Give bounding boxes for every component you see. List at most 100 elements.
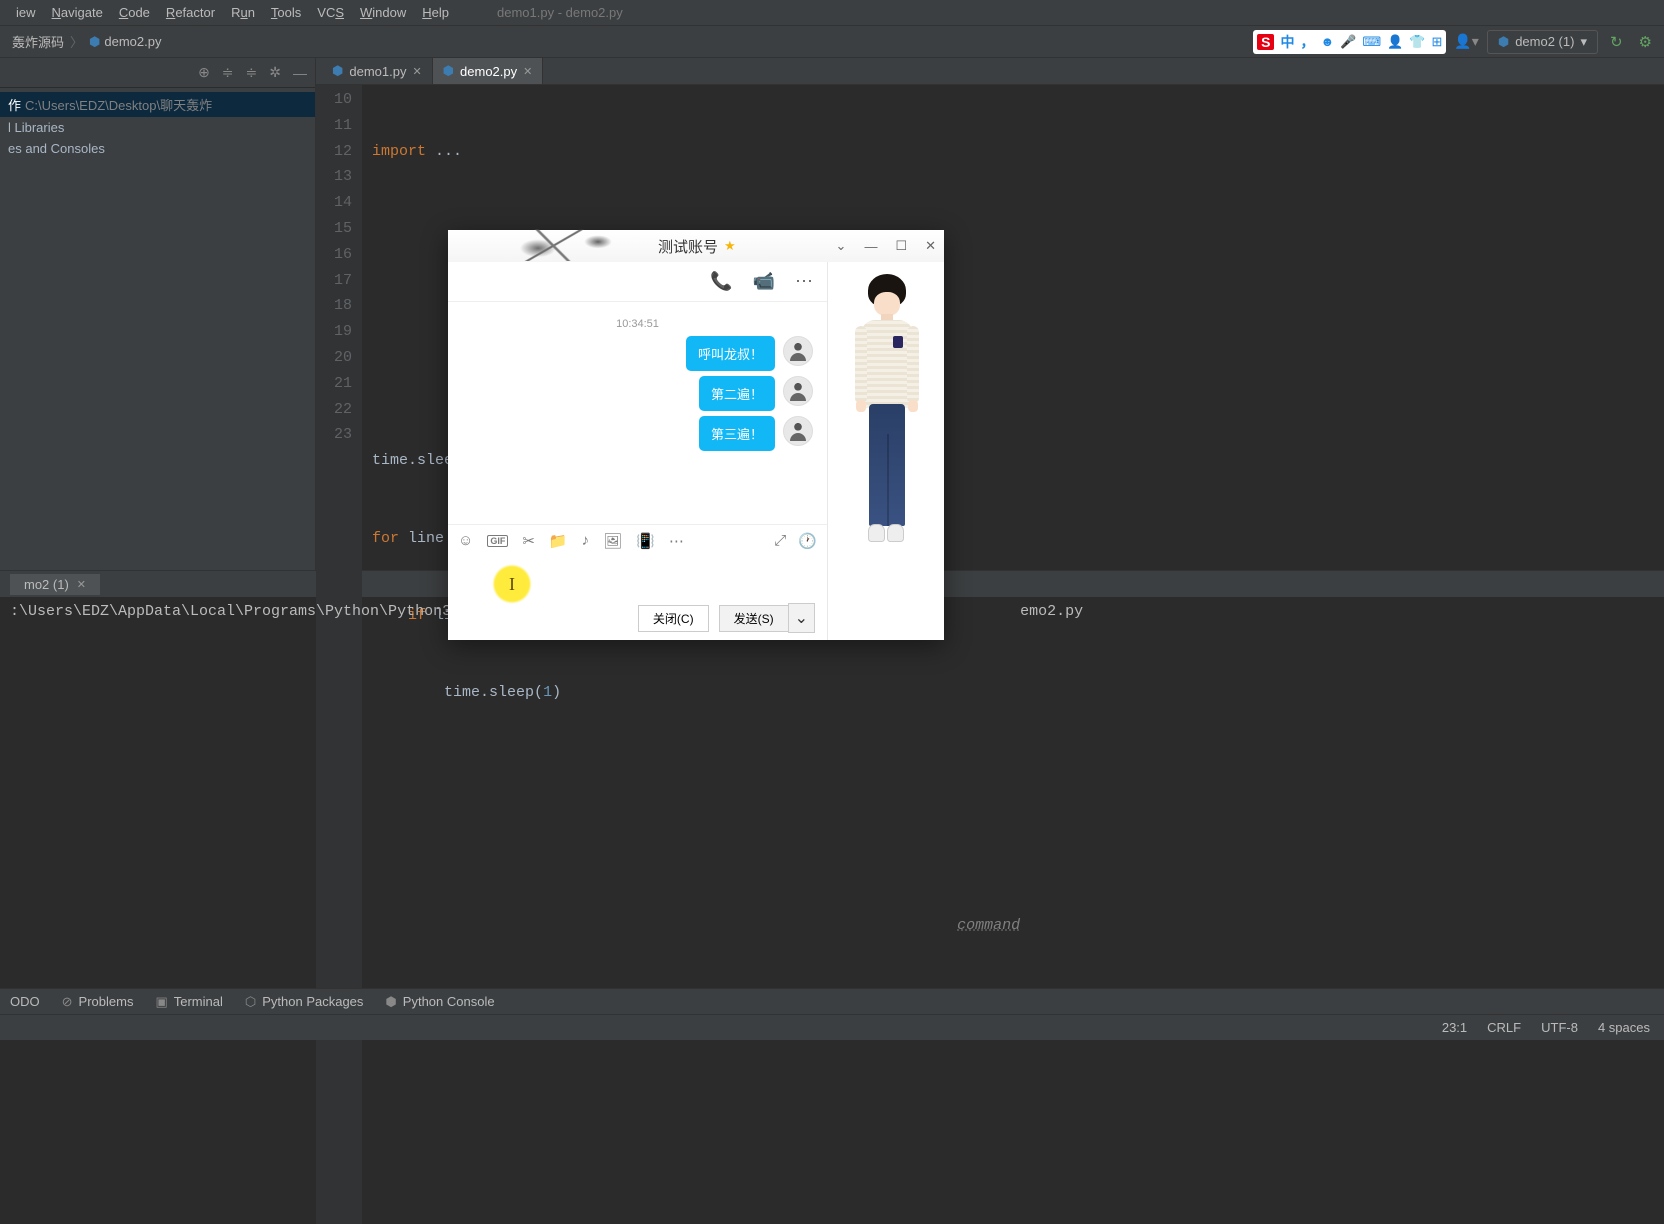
menu-help[interactable]: Help [414, 3, 457, 22]
status-position[interactable]: 23:1 [1442, 1020, 1467, 1035]
menu-bar: iew Navigate Code Refactor Run Tools VCS… [0, 0, 1664, 26]
ime-lang: 中 [1280, 32, 1294, 52]
text-cursor-icon: I [509, 574, 515, 595]
qq-close-button[interactable]: 关闭(C) [638, 605, 709, 632]
ime-logo: S [1257, 34, 1274, 50]
toolbar-right: S 中 ， ☻ 🎤 ⌨ 👤 👕 ⊞ 👤▾ ⬢ demo2 (1) ▾ ↻ ⚙ [1253, 30, 1656, 54]
expand-icon[interactable]: ⤢ [774, 532, 786, 550]
expand-icon[interactable]: ≑ [222, 64, 234, 81]
tree-path[interactable]: 作 C:\Users\EDZ\Desktop\聊天轰炸 [0, 92, 315, 117]
line-number: 10 [334, 87, 352, 113]
qq-send-button[interactable]: 发送(S) [719, 605, 789, 632]
menu-view[interactable]: iew [8, 3, 44, 22]
line-number: 19 [334, 319, 352, 345]
more-icon[interactable]: ⋯ [795, 271, 813, 292]
menu-navigate[interactable]: Navigate [44, 3, 111, 22]
terminal-tool[interactable]: ▣Terminal [155, 994, 222, 1010]
problems-tool[interactable]: ⊘Problems [62, 994, 134, 1010]
tree-consoles[interactable]: es and Consoles [0, 138, 315, 159]
qq-title-wrap: 测试账号 ★ [658, 236, 736, 257]
menu-window[interactable]: Window [352, 3, 414, 22]
breadcrumb-file[interactable]: ⬢ demo2.py [85, 34, 165, 50]
avatar-icon[interactable] [783, 376, 813, 406]
maximize-icon[interactable]: ☐ [895, 238, 907, 254]
rerun-icon[interactable]: ↻ [1606, 33, 1627, 51]
status-line-ending[interactable]: CRLF [1487, 1020, 1521, 1035]
chevron-down-icon[interactable]: ⌄ [836, 238, 847, 254]
tab-demo1[interactable]: ⬢ demo1.py ✕ [322, 58, 433, 84]
todo-label: ODO [10, 994, 40, 1009]
emoji-icon[interactable]: ☺ [458, 532, 473, 549]
line-number: 20 [334, 345, 352, 371]
phone-shake-icon[interactable]: 📳 [636, 532, 655, 550]
scissors-icon[interactable]: ✂ [522, 532, 535, 550]
ime-comma-icon: ， [1300, 32, 1314, 52]
run-icon[interactable]: ⚙ [1635, 33, 1656, 51]
avatar-icon[interactable] [783, 336, 813, 366]
send-dropdown-icon[interactable]: ⌄ [788, 603, 815, 633]
video-icon[interactable]: 📹 [753, 271, 775, 292]
console-tool[interactable]: ⬢Python Console [385, 994, 494, 1010]
close-icon[interactable]: ✕ [412, 65, 421, 78]
close-icon[interactable]: ✕ [523, 65, 532, 78]
menu-refactor[interactable]: Refactor [158, 3, 223, 22]
settings-icon[interactable]: ✲ [269, 64, 281, 81]
music-icon[interactable]: ♪ [582, 532, 590, 549]
minimize-icon[interactable]: — [864, 239, 877, 254]
smile-icon: ☻ [1320, 34, 1334, 49]
run-config-selector[interactable]: ⬢ demo2 (1) ▾ [1487, 30, 1598, 54]
line-number: 22 [334, 397, 352, 423]
breadcrumb-folder[interactable]: 轰炸源码 [8, 32, 68, 51]
menu-code[interactable]: Code [111, 3, 158, 22]
packages-tool[interactable]: ⬡Python Packages [245, 994, 364, 1010]
package-icon: ⬡ [245, 994, 256, 1010]
todo-tool[interactable]: ODO [10, 994, 40, 1009]
qq-message-bubble[interactable]: 第三遍！ [699, 416, 775, 451]
close-icon[interactable]: ✕ [925, 238, 936, 254]
target-icon[interactable]: ⊕ [198, 64, 210, 81]
tree-libs[interactable]: l Libraries [0, 117, 315, 138]
history-icon[interactable]: 🕐 [798, 532, 817, 550]
user-icon[interactable]: 👤▾ [1454, 33, 1478, 50]
qq-message-bubble[interactable]: 第二遍！ [699, 376, 775, 411]
status-bar: 23:1 CRLF UTF-8 4 spaces [0, 1014, 1664, 1040]
gif-icon[interactable]: GIF [487, 535, 508, 547]
collapse-icon[interactable]: ≑ [246, 64, 258, 81]
python-icon: ⬢ [443, 63, 454, 79]
folder-icon[interactable]: 📁 [549, 532, 568, 550]
run-tab[interactable]: mo2 (1) ✕ [10, 574, 100, 595]
line-number: 23 [334, 422, 352, 448]
menu-tools[interactable]: Tools [263, 3, 309, 22]
console-text-end: emo2.py [1020, 603, 1083, 620]
image-icon[interactable]: 🖼 [603, 532, 622, 550]
status-indent[interactable]: 4 spaces [1598, 1020, 1650, 1035]
qq-messages[interactable]: 10:34:51 呼叫龙叔！ 第二遍！ 第三遍！ [448, 302, 827, 524]
python-icon: ⬢ [332, 63, 343, 79]
project-tree[interactable]: 作 C:\Users\EDZ\Desktop\聊天轰炸 l Libraries … [0, 88, 315, 163]
console-text: :\Users\EDZ\AppData\Local\Programs\Pytho… [10, 603, 451, 620]
avatar-figure[interactable] [851, 272, 921, 572]
menu-run[interactable]: Run [223, 3, 263, 22]
minimize-icon[interactable]: — [293, 65, 307, 81]
qq-chat-window[interactable]: 测试账号 ★ ⌄ — ☐ ✕ 📞 📹 ⋯ 10:34:51 呼叫龙叔！ 第二遍！ [448, 230, 944, 640]
ime-bar[interactable]: S 中 ， ☻ 🎤 ⌨ 👤 👕 ⊞ [1253, 30, 1446, 54]
close-icon[interactable]: ✕ [77, 578, 86, 591]
qq-header-art [493, 229, 643, 261]
problems-label: Problems [79, 994, 134, 1009]
line-number: 13 [334, 164, 352, 190]
tab-demo2[interactable]: ⬢ demo2.py ✕ [433, 58, 544, 84]
call-icon[interactable]: 📞 [710, 271, 732, 292]
avatar-icon[interactable] [783, 416, 813, 446]
ellipsis-icon[interactable]: ⋯ [669, 532, 684, 550]
console-label: Python Console [403, 994, 495, 1009]
star-icon[interactable]: ★ [724, 238, 736, 254]
qq-header[interactable]: 测试账号 ★ ⌄ — ☐ ✕ [448, 230, 944, 262]
mic-icon: 🎤 [1340, 34, 1356, 50]
qq-message-bubble[interactable]: 呼叫龙叔！ [686, 336, 775, 371]
gutter: 10 11 12 13 14 15 16 17 18 19 20 21 22 2… [316, 85, 362, 1224]
status-encoding[interactable]: UTF-8 [1541, 1020, 1578, 1035]
code-text: time.sleep( [444, 684, 543, 701]
qq-input-area[interactable]: I [448, 556, 827, 596]
cursor-highlight: I [492, 564, 532, 604]
menu-vcs[interactable]: VCS [309, 3, 352, 22]
